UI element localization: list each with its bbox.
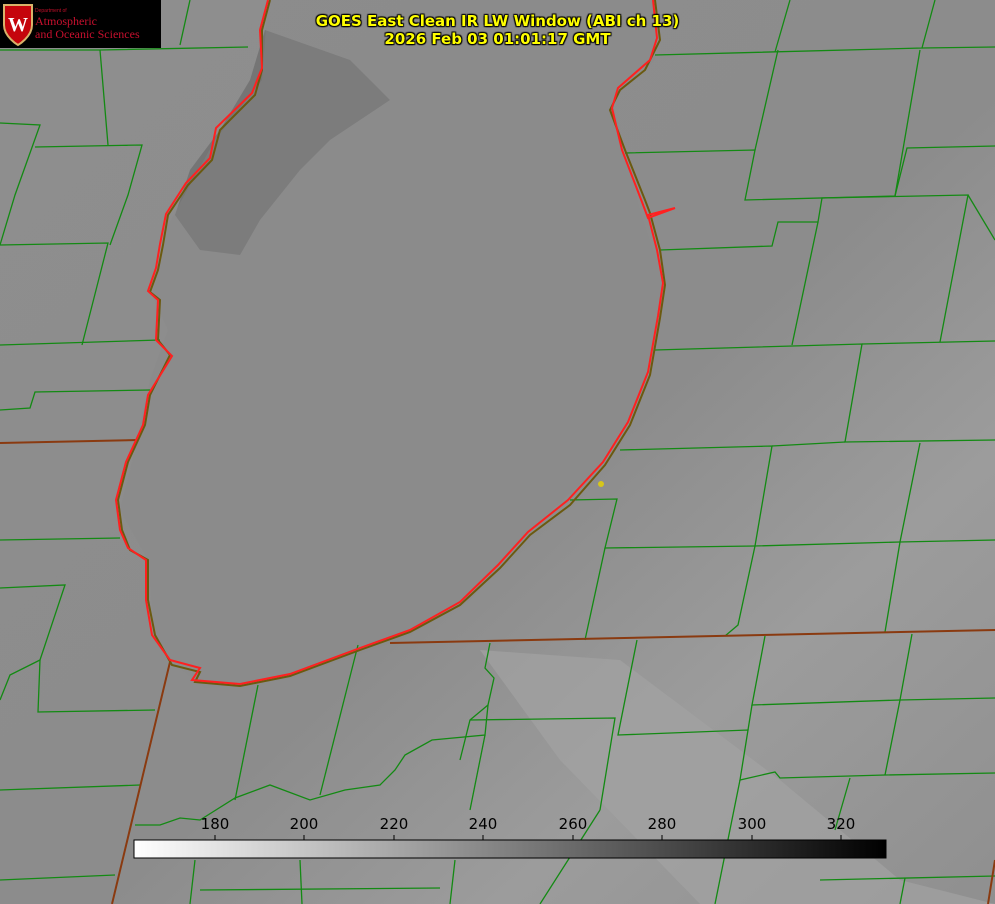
colorbar-tick-label: 280: [647, 815, 677, 833]
satellite-map: [0, 0, 995, 904]
colorbar-tick-label: 260: [558, 815, 588, 833]
location-marker: [598, 481, 604, 487]
colorbar-tick-label: 220: [379, 815, 409, 833]
colorbar-tick-label: 300: [737, 815, 767, 833]
image-timestamp: 2026 Feb 03 01:01:17 GMT: [384, 30, 611, 48]
colorbar: [133, 839, 887, 859]
image-title: GOES East Clean IR LW Window (ABI ch 13): [315, 12, 680, 30]
colorbar-tick-label: 320: [826, 815, 856, 833]
colorbar-tick-label: 240: [468, 815, 498, 833]
colorbar-tick-label: 180: [200, 815, 230, 833]
colorbar-tick-label: 200: [289, 815, 319, 833]
